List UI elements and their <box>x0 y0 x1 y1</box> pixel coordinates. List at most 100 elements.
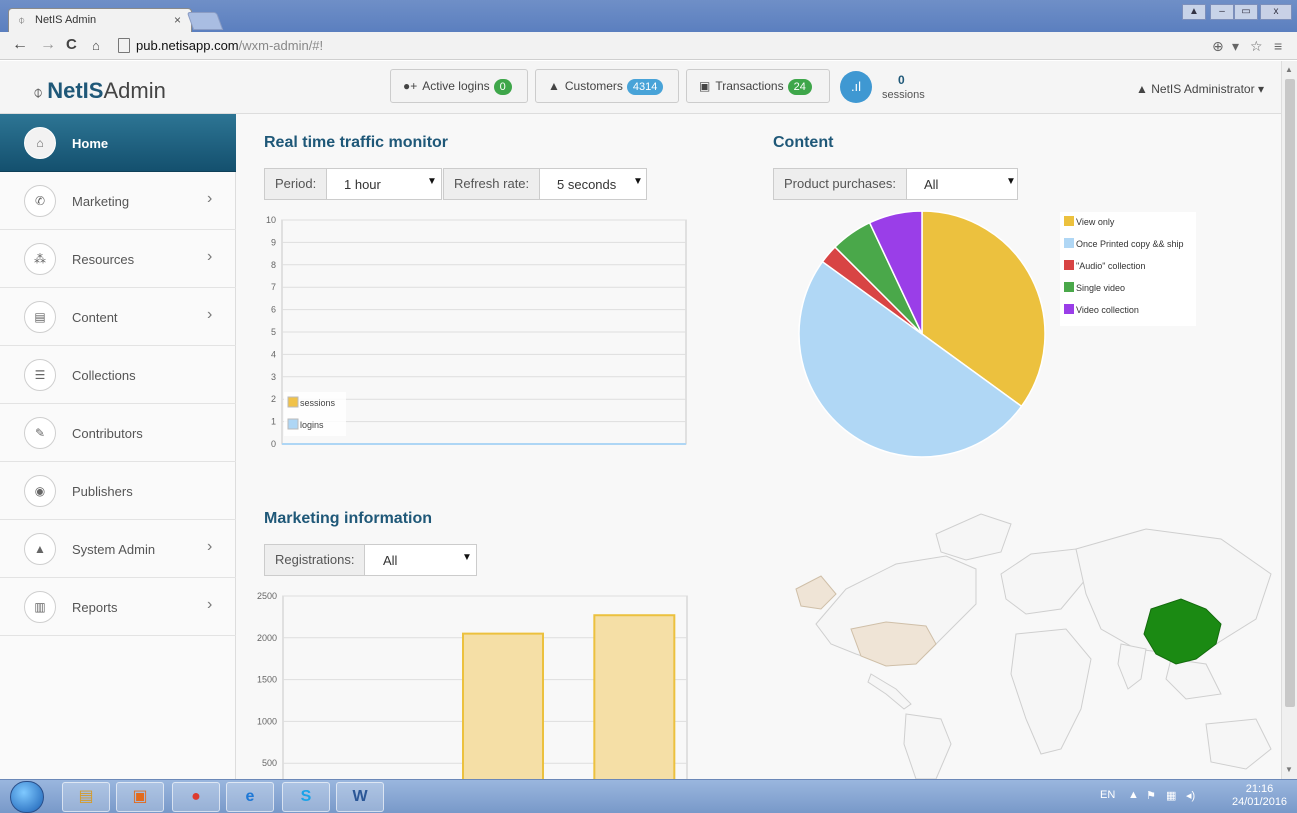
y-tick-label: 2500 <box>257 591 277 601</box>
transactions-button[interactable]: ▣ Transactions 24 <box>686 69 830 103</box>
back-arrow-icon[interactable]: ← <box>12 36 28 54</box>
volume-icon[interactable]: ◂) <box>1186 789 1195 802</box>
y-tick-label: 1 <box>271 417 276 427</box>
caret-down-icon: ▼ <box>462 552 472 563</box>
window-close-icon[interactable]: x <box>1260 4 1292 20</box>
legend-swatch-0 <box>1064 216 1074 226</box>
sidebar-item-label: Contributors <box>72 426 143 441</box>
sidebar-item-resources[interactable]: ⁂ Resources › <box>0 230 236 288</box>
sidebar-item-label: Content <box>72 310 118 325</box>
pencil-icon: ✎ <box>24 417 56 449</box>
sidebar-item-publishers[interactable]: ◉ Publishers <box>0 462 236 520</box>
sidebar-item-contributors[interactable]: ✎ Contributors <box>0 404 236 462</box>
file-explorer-icon[interactable]: ▤ <box>62 782 110 812</box>
minimize-icon[interactable]: – <box>1210 4 1234 20</box>
tab-close-icon[interactable]: × <box>174 13 181 27</box>
word-icon[interactable]: W <box>336 782 384 812</box>
page-scrollbar[interactable]: ▲ ▼ <box>1281 61 1297 779</box>
netis-favicon-icon: ⌽ <box>18 13 26 27</box>
maximize-icon[interactable]: ▭ <box>1234 4 1258 20</box>
media-player-icon[interactable]: ▣ <box>116 782 164 812</box>
refresh-rate-select[interactable]: Refresh rate: 5 seconds ▼ <box>443 168 647 200</box>
sidebar-item-content[interactable]: ▤ Content › <box>0 288 236 346</box>
sidebar-item-home[interactable]: ⌂ Home <box>0 114 236 172</box>
url-path: /wxm-admin/#! <box>238 38 324 53</box>
app-header: ⌽ NetISAdmin ●+ Active logins 0 ▲ Customers 4… <box>0 61 1281 114</box>
flag-icon[interactable]: ⚑ <box>1146 789 1156 802</box>
tab-title: NetIS Admin <box>35 14 97 26</box>
user-profile-icon[interactable]: ▲ <box>1182 4 1206 20</box>
netis-logo-icon: ⌽ <box>33 83 44 102</box>
windows-taskbar: ▤ ▣ ● e S W EN ▲ ⚑ ▦ ◂) 21:16 24/01/2016 <box>0 779 1297 813</box>
registrations-select[interactable]: Registrations: All ▼ <box>264 544 477 576</box>
scroll-down-icon[interactable]: ▼ <box>1285 765 1293 774</box>
map-southeast-asia <box>1165 658 1222 700</box>
user-name: NetIS Administrator <box>1151 82 1255 96</box>
sidebar-item-collections[interactable]: ☰ Collections <box>0 346 236 404</box>
sidebar-item-reports[interactable]: ▥ Reports › <box>0 578 236 636</box>
legend-swatch-3 <box>1064 282 1074 292</box>
y-tick-label: 500 <box>262 758 277 768</box>
clock-date: 24/01/2016 <box>1232 796 1288 808</box>
y-tick-label: 1500 <box>257 675 277 685</box>
menu-icon[interactable]: ≡ <box>1274 38 1282 54</box>
network-icon[interactable]: ▦ <box>1166 789 1176 802</box>
sidebar-item-label: System Admin <box>72 542 156 557</box>
tray-expand-icon[interactable]: ▲ <box>1128 789 1139 801</box>
home-icon[interactable]: ⌂ <box>92 38 100 53</box>
sidebar-item-system-admin[interactable]: ▲ System Admin › <box>0 520 236 578</box>
map-alaska <box>795 575 837 610</box>
sidebar-item-label: Home <box>72 136 109 151</box>
legend-swatch-4 <box>1064 304 1074 314</box>
reload-icon[interactable]: C <box>66 36 77 53</box>
y-tick-label: 9 <box>271 237 276 247</box>
skype-icon[interactable]: S <box>282 782 330 812</box>
registrations-label: Registrations: <box>265 545 366 575</box>
browser-tab[interactable]: ⌽ NetIS Admin × <box>8 8 192 32</box>
signal-icon[interactable]: .ıl <box>840 71 872 103</box>
logo-text: Admin <box>103 78 166 103</box>
internet-explorer-icon[interactable]: e <box>226 782 274 812</box>
product-purchases-select[interactable]: Product purchases: All ▼ <box>773 168 1018 200</box>
active-logins-label: Active logins <box>422 79 490 93</box>
bar-2 <box>593 614 676 779</box>
bookmark-star-icon[interactable]: ☆ <box>1250 38 1263 55</box>
extension-icon[interactable]: ▾ <box>1232 38 1239 55</box>
active-logins-button[interactable]: ●+ Active logins 0 <box>390 69 528 103</box>
new-tab-button[interactable] <box>186 12 224 30</box>
user-icon: ▲ <box>548 79 560 93</box>
scroll-up-icon[interactable]: ▲ <box>1285 65 1293 74</box>
app-logo[interactable]: ⌽ NetISAdmin <box>33 78 166 104</box>
map-south-america <box>903 713 952 779</box>
product-purchases-label: Product purchases: <box>774 169 908 199</box>
sidebar-item-label: Collections <box>72 368 136 383</box>
y-tick-label: 7 <box>271 282 276 292</box>
legend-label-sessions: sessions <box>300 398 336 408</box>
marketing-title: Marketing information <box>264 510 433 527</box>
legend-swatch-1 <box>1064 238 1074 248</box>
scroll-thumb[interactable] <box>1285 79 1295 707</box>
customers-badge: 4314 <box>626 79 664 95</box>
language-indicator[interactable]: EN <box>1100 789 1115 801</box>
windows-start-icon[interactable] <box>10 781 44 813</box>
customers-button[interactable]: ▲ Customers 4314 <box>535 69 679 103</box>
period-select[interactable]: Period: 1 hour ▼ <box>264 168 442 200</box>
sidebar-item-label: Resources <box>72 252 135 267</box>
user-icon: ▲ <box>24 533 56 565</box>
chrome-icon[interactable]: ● <box>172 782 220 812</box>
sidebar-item-marketing[interactable]: ✆ Marketing › <box>0 172 236 230</box>
caret-down-icon: ▼ <box>427 176 437 187</box>
sidebar: ⌂ Home ✆ Marketing › ⁂ Resources › ▤ Con… <box>0 114 236 779</box>
forward-arrow-icon[interactable]: → <box>40 36 56 54</box>
user-menu[interactable]: ▲ NetIS Administrator ▾ <box>1136 82 1264 96</box>
legend-label-3: Single video <box>1076 283 1125 293</box>
map-usa <box>850 621 937 667</box>
y-tick-label: 10 <box>266 215 276 225</box>
system-clock[interactable]: 21:16 24/01/2016 <box>1232 783 1287 809</box>
zoom-icon[interactable]: ⊕ <box>1212 38 1224 55</box>
bar-1 <box>462 632 544 779</box>
marketing-bar-chart: 500 1000 1500 2000 2500 <box>257 591 688 779</box>
legend-label-2: "Audio" collection <box>1076 261 1145 271</box>
url-field[interactable]: pub.netisapp.com/wxm-admin/#! <box>116 36 1176 56</box>
y-tick-label: 2000 <box>257 633 277 643</box>
